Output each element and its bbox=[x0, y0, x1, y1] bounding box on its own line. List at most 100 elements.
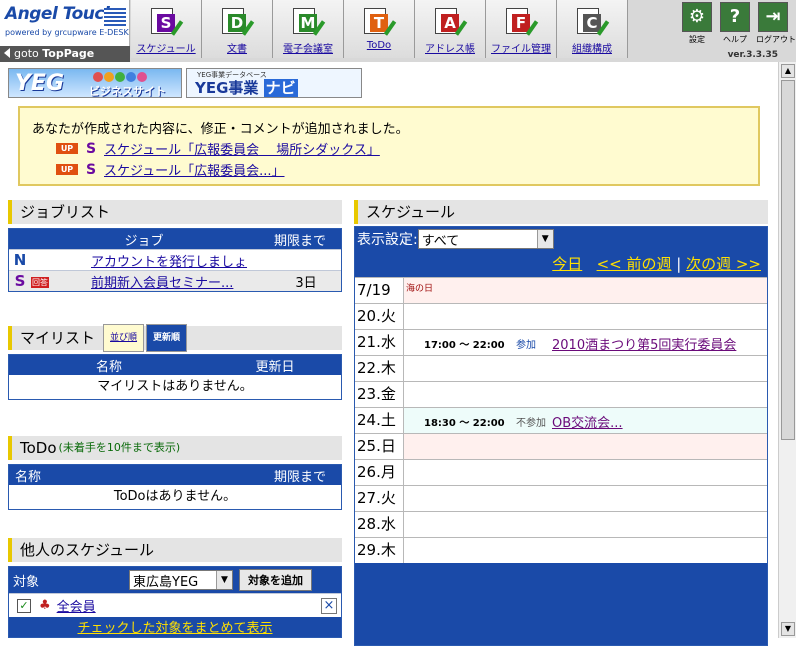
day-label[interactable]: 20.火 bbox=[355, 304, 404, 329]
add-target-button[interactable]: 対象を追加 bbox=[239, 569, 312, 591]
day-cell[interactable] bbox=[404, 486, 767, 511]
job-link[interactable]: アカウントを発行しましょ bbox=[91, 251, 271, 270]
nav-tab[interactable]: C 組織構成 bbox=[557, 0, 628, 58]
setting-label: 表示設定: bbox=[357, 232, 418, 248]
schedule-day-row[interactable]: 25.日 bbox=[355, 433, 767, 459]
tool-button[interactable]: ⇥ ログアウト bbox=[756, 2, 796, 46]
app-logo[interactable]: Angel Touch powered by grcupware E-DESK bbox=[0, 0, 130, 46]
yeg-navi-banner[interactable]: YEG事業データベース YEG事業 ナビ bbox=[186, 68, 362, 98]
tab-sort-updated[interactable]: 更新順 bbox=[146, 324, 188, 352]
schedule-day-row[interactable]: 29.木 bbox=[355, 537, 767, 563]
event-title-link[interactable]: 2010酒まつり第5回実行委員会 bbox=[552, 334, 736, 353]
day-label[interactable]: 7/19 月 bbox=[355, 278, 404, 324]
day-cell[interactable] bbox=[404, 460, 767, 485]
nav-tab[interactable]: S スケジュール bbox=[131, 0, 202, 58]
joblist-header: ジョブ 期限まで bbox=[9, 229, 341, 249]
schedule-day-row[interactable]: 21.水 17:00 ～ 22:00 参加 2010酒まつり第5回実行委員会 bbox=[355, 329, 767, 355]
event-status: 参加 bbox=[516, 340, 536, 351]
show-checked-link[interactable]: チェックした対象をまとめて表示 bbox=[9, 617, 341, 637]
tool-icon: ⚙ bbox=[682, 2, 712, 32]
nav-app-icon: A bbox=[433, 6, 469, 38]
nav-app-icon: M bbox=[291, 6, 327, 38]
up-badge: UP bbox=[56, 143, 78, 154]
main-nav: S スケジュール D 文書 M 電子会議室 T ToDo A アドレス帳 F ファイル管理 C 組織構成 bbox=[131, 0, 628, 62]
day-cell[interactable] bbox=[404, 356, 767, 381]
others-member-row: ✓ ♣ 全会員 × bbox=[9, 593, 341, 617]
nav-tab[interactable]: F ファイル管理 bbox=[486, 0, 557, 58]
top-bar: Angel Touch powered by grcupware E-DESK … bbox=[0, 0, 796, 62]
tool-icons: ⚙ 設定 ? ヘルプ ⇥ ログアウト bbox=[680, 2, 796, 46]
col-job: ジョブ bbox=[124, 233, 164, 249]
goto-toppage-link[interactable]: goto TopPage bbox=[0, 46, 130, 62]
next-week-link[interactable]: 次の週 >> bbox=[686, 255, 761, 273]
mylist-empty: マイリストはありません。 bbox=[9, 375, 341, 399]
day-cell[interactable] bbox=[404, 512, 767, 537]
joblist-title: ジョブリスト bbox=[8, 200, 342, 224]
day-label[interactable]: 27.火 bbox=[355, 486, 404, 511]
day-label[interactable]: 24.土 bbox=[355, 408, 404, 433]
close-icon[interactable]: × bbox=[321, 597, 337, 614]
nav-tab[interactable]: D 文書 bbox=[202, 0, 273, 58]
schedule-day-row[interactable]: 20.火 bbox=[355, 303, 767, 329]
col-updated: 更新日 bbox=[255, 359, 295, 375]
scroll-thumb[interactable] bbox=[781, 80, 795, 440]
target-select[interactable]: 東広島YEG ▼ bbox=[129, 570, 233, 590]
schedule-day-row[interactable]: 27.火 bbox=[355, 485, 767, 511]
schedule-day-row[interactable]: 7/19 月海の日 bbox=[355, 277, 767, 324]
mylist-panel: マイリスト 並び順 更新順 名称 更新日 マイリストはありません。 bbox=[8, 324, 342, 400]
job-link[interactable]: 前期新入会員セミナー... bbox=[91, 272, 271, 291]
notice-link-1[interactable]: スケジュール「広報委員会 場所シダックス」 bbox=[104, 139, 380, 158]
nav-tab-label: ToDo bbox=[366, 40, 392, 51]
col-due: 期限まで bbox=[273, 233, 326, 249]
day-label[interactable]: 29.木 bbox=[355, 538, 404, 563]
nav-tab[interactable]: M 電子会議室 bbox=[273, 0, 344, 58]
schedule-s-icon: S bbox=[85, 161, 97, 178]
today-link[interactable]: 今日 bbox=[552, 255, 582, 273]
nav-tab-label: 電子会議室 bbox=[283, 44, 333, 55]
back-arrow-icon bbox=[4, 48, 10, 58]
tool-button[interactable]: ? ヘルプ bbox=[718, 2, 752, 46]
schedule-day-row[interactable]: 22.木 bbox=[355, 355, 767, 381]
member-link[interactable]: 全会員 bbox=[57, 596, 321, 615]
tool-button[interactable]: ⚙ 設定 bbox=[680, 2, 714, 46]
joblist-panel: ジョブリスト ジョブ 期限まで N アカウントを発行しましょ S 回答 前期新入… bbox=[8, 200, 342, 292]
brand-name: Angel Touch bbox=[5, 4, 116, 24]
prev-week-link[interactable]: << 前の週 bbox=[597, 255, 672, 273]
setting-select[interactable]: すべて ▼ bbox=[417, 229, 554, 249]
day-label[interactable]: 25.日 bbox=[355, 434, 404, 459]
chevron-down-icon: ▼ bbox=[536, 230, 553, 248]
notice-link-2[interactable]: スケジュール「広報委員会...」 bbox=[104, 160, 285, 179]
day-cell[interactable] bbox=[404, 304, 767, 329]
day-cell[interactable] bbox=[404, 434, 767, 459]
day-label[interactable]: 28.水 bbox=[355, 512, 404, 537]
tab-sort-order[interactable]: 並び順 bbox=[103, 324, 145, 352]
member-checkbox[interactable]: ✓ bbox=[17, 598, 31, 613]
day-cell[interactable]: 17:00 ～ 22:00 参加 2010酒まつり第5回実行委員会 bbox=[404, 330, 767, 355]
nav-tab[interactable]: A アドレス帳 bbox=[415, 0, 486, 58]
day-label[interactable]: 22.木 bbox=[355, 356, 404, 381]
notice-item: UP S スケジュール「広報委員会 場所シダックス」 bbox=[56, 139, 746, 158]
event-time: 18:30 ～ 22:00 bbox=[424, 418, 505, 429]
page-scrollbar[interactable]: ▲ ▼ bbox=[778, 62, 796, 638]
tool-label: 設定 bbox=[689, 35, 705, 44]
nav-tab[interactable]: T ToDo bbox=[344, 0, 415, 58]
day-label[interactable]: 26.月 bbox=[355, 460, 404, 485]
scroll-up-icon[interactable]: ▲ bbox=[781, 64, 795, 78]
day-cell[interactable]: 海の日 bbox=[404, 278, 767, 303]
schedule-day-row[interactable]: 28.水 bbox=[355, 511, 767, 537]
schedule-day-row[interactable]: 24.土 18:30 ～ 22:00 不参加 OB交流会... bbox=[355, 407, 767, 433]
day-cell[interactable] bbox=[404, 382, 767, 407]
schedule-title: スケジュール bbox=[354, 200, 768, 224]
yeg-business-site-banner[interactable]: YEG ビジネスサイト bbox=[8, 68, 182, 98]
day-cell[interactable]: 18:30 ～ 22:00 不参加 OB交流会... bbox=[404, 408, 767, 433]
nav-app-icon: T bbox=[362, 6, 398, 38]
day-label[interactable]: 21.水 bbox=[355, 330, 404, 355]
scroll-down-icon[interactable]: ▼ bbox=[781, 622, 795, 636]
schedule-event: 18:30 ～ 22:00 不参加 OB交流会... bbox=[424, 412, 623, 431]
day-cell[interactable] bbox=[404, 538, 767, 563]
event-title-link[interactable]: OB交流会... bbox=[552, 412, 623, 431]
schedule-day-row[interactable]: 26.月 bbox=[355, 459, 767, 485]
day-label[interactable]: 23.金 bbox=[355, 382, 404, 407]
schedule-day-row[interactable]: 23.金 bbox=[355, 381, 767, 407]
tool-icon: ? bbox=[720, 2, 750, 32]
